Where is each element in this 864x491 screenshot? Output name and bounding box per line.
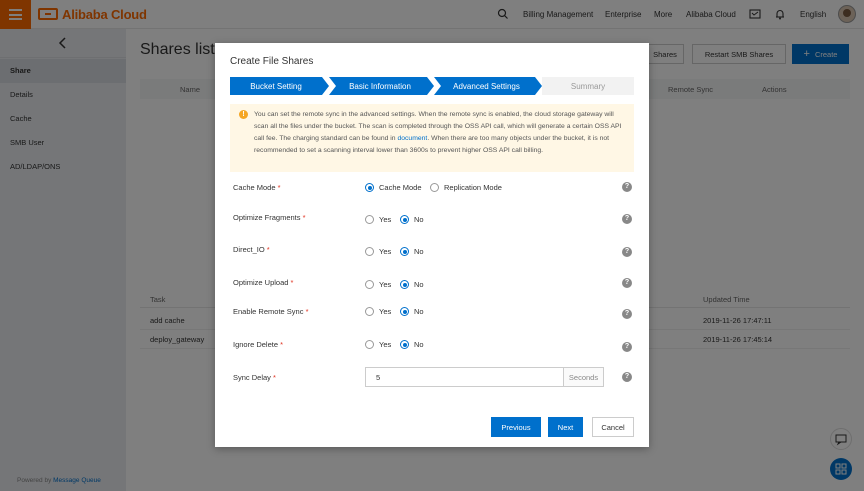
required-mark: * xyxy=(305,307,309,316)
radio-circle xyxy=(365,307,374,316)
sync-delay-input[interactable] xyxy=(366,368,564,386)
radio-circle xyxy=(400,340,409,349)
radio-label: Yes xyxy=(379,340,392,349)
sync-delay-input-group: Seconds xyxy=(365,367,604,387)
radio-circle xyxy=(400,307,409,316)
radio-yes[interactable]: Yes xyxy=(365,307,391,316)
radio-replication-mode[interactable]: Replication Mode xyxy=(430,183,502,192)
warning-icon: ! xyxy=(239,110,248,119)
field-label-text: Sync Delay xyxy=(233,373,271,382)
radio-circle xyxy=(365,183,374,192)
field-label-text: Ignore Delete xyxy=(233,340,279,349)
help-icon[interactable]: ? xyxy=(622,278,632,288)
previous-button[interactable]: Previous xyxy=(491,417,541,437)
cancel-button[interactable]: Cancel xyxy=(592,417,634,437)
radio-label: Yes xyxy=(379,307,392,316)
radio-label: No xyxy=(414,247,424,256)
field-label: Optimize Upload * xyxy=(233,278,293,287)
field-label-text: Optimize Upload xyxy=(233,278,289,287)
radio-label: Replication Mode xyxy=(444,183,502,192)
help-icon[interactable]: ? xyxy=(622,309,632,319)
radio-label: Yes xyxy=(379,280,392,289)
radio-yes[interactable]: Yes xyxy=(365,280,391,289)
field-ignore-delete: Ignore Delete * Yes No ? xyxy=(233,338,633,354)
field-label: Direct_IO * xyxy=(233,245,270,254)
help-icon[interactable]: ? xyxy=(622,214,632,224)
radio-label: No xyxy=(414,215,424,224)
help-icon[interactable]: ? xyxy=(622,372,632,382)
radio-label: Yes xyxy=(379,247,392,256)
step-bucket-setting: Bucket Setting xyxy=(230,77,322,95)
field-direct-io: Direct_IO * Yes No ? xyxy=(233,243,633,259)
remote-sync-notice: ! You can set the remote sync in the adv… xyxy=(230,104,634,172)
radio-no[interactable]: No xyxy=(400,307,424,316)
create-file-shares-dialog: Create File Shares Bucket Setting Basic … xyxy=(215,43,649,447)
help-icon[interactable]: ? xyxy=(622,342,632,352)
seconds-suffix: Seconds xyxy=(563,368,603,386)
field-sync-delay: Sync Delay * Seconds ? xyxy=(233,367,633,387)
field-label-text: Enable Remote Sync xyxy=(233,307,304,316)
field-label: Cache Mode * xyxy=(233,183,281,192)
step-summary: Summary xyxy=(542,77,634,95)
help-icon[interactable]: ? xyxy=(622,247,632,257)
radio-yes[interactable]: Yes xyxy=(365,215,391,224)
field-optimize-fragments: Optimize Fragments * Yes No ? xyxy=(233,211,633,227)
help-icon[interactable]: ? xyxy=(622,182,632,192)
radio-circle xyxy=(365,215,374,224)
required-mark: * xyxy=(273,373,276,382)
radio-label: Cache Mode xyxy=(379,183,422,192)
step-separator xyxy=(434,77,441,95)
field-optimize-upload: Optimize Upload * Yes No ? xyxy=(233,276,633,292)
radio-circle xyxy=(365,280,374,289)
step-arrow xyxy=(427,77,434,95)
field-label: Ignore Delete * xyxy=(233,340,283,349)
radio-circle xyxy=(400,247,409,256)
field-label: Enable Remote Sync * xyxy=(233,307,308,316)
required-mark: * xyxy=(280,340,284,349)
step-advanced-settings: Advanced Settings xyxy=(434,77,535,95)
radio-label: No xyxy=(414,340,424,349)
required-mark: * xyxy=(277,183,281,192)
radio-circle xyxy=(365,247,374,256)
dialog-title: Create File Shares xyxy=(230,56,314,67)
required-mark: * xyxy=(302,213,306,222)
step-basic-information: Basic Information xyxy=(329,77,427,95)
radio-circle xyxy=(400,215,409,224)
radio-no[interactable]: No xyxy=(400,340,424,349)
field-cache-mode: Cache Mode * Cache Mode Replication Mode… xyxy=(233,181,633,197)
radio-label: No xyxy=(414,280,424,289)
field-label-text: Direct_IO xyxy=(233,245,265,254)
field-label: Sync Delay * xyxy=(233,373,276,382)
required-mark: * xyxy=(290,278,294,287)
field-label-text: Optimize Fragments xyxy=(233,213,301,222)
radio-no[interactable]: No xyxy=(400,215,424,224)
step-arrow xyxy=(535,77,542,95)
radio-cache-mode[interactable]: Cache Mode xyxy=(365,183,422,192)
radio-yes[interactable]: Yes xyxy=(365,247,391,256)
next-button[interactable]: Next xyxy=(548,417,583,437)
field-label: Optimize Fragments * xyxy=(233,213,306,222)
field-enable-remote-sync: Enable Remote Sync * Yes No ? xyxy=(233,305,633,321)
radio-label: Yes xyxy=(379,215,392,224)
step-arrow xyxy=(322,77,329,95)
radio-circle xyxy=(430,183,439,192)
radio-no[interactable]: No xyxy=(400,247,424,256)
radio-yes[interactable]: Yes xyxy=(365,340,391,349)
radio-circle xyxy=(400,280,409,289)
radio-label: No xyxy=(414,307,424,316)
step-indicator: Bucket Setting Basic Information Advance… xyxy=(230,77,634,95)
field-label-text: Cache Mode xyxy=(233,183,276,192)
required-mark: * xyxy=(266,245,270,254)
step-separator xyxy=(329,77,336,95)
radio-circle xyxy=(365,340,374,349)
radio-no[interactable]: No xyxy=(400,280,424,289)
document-link[interactable]: document xyxy=(397,135,427,142)
